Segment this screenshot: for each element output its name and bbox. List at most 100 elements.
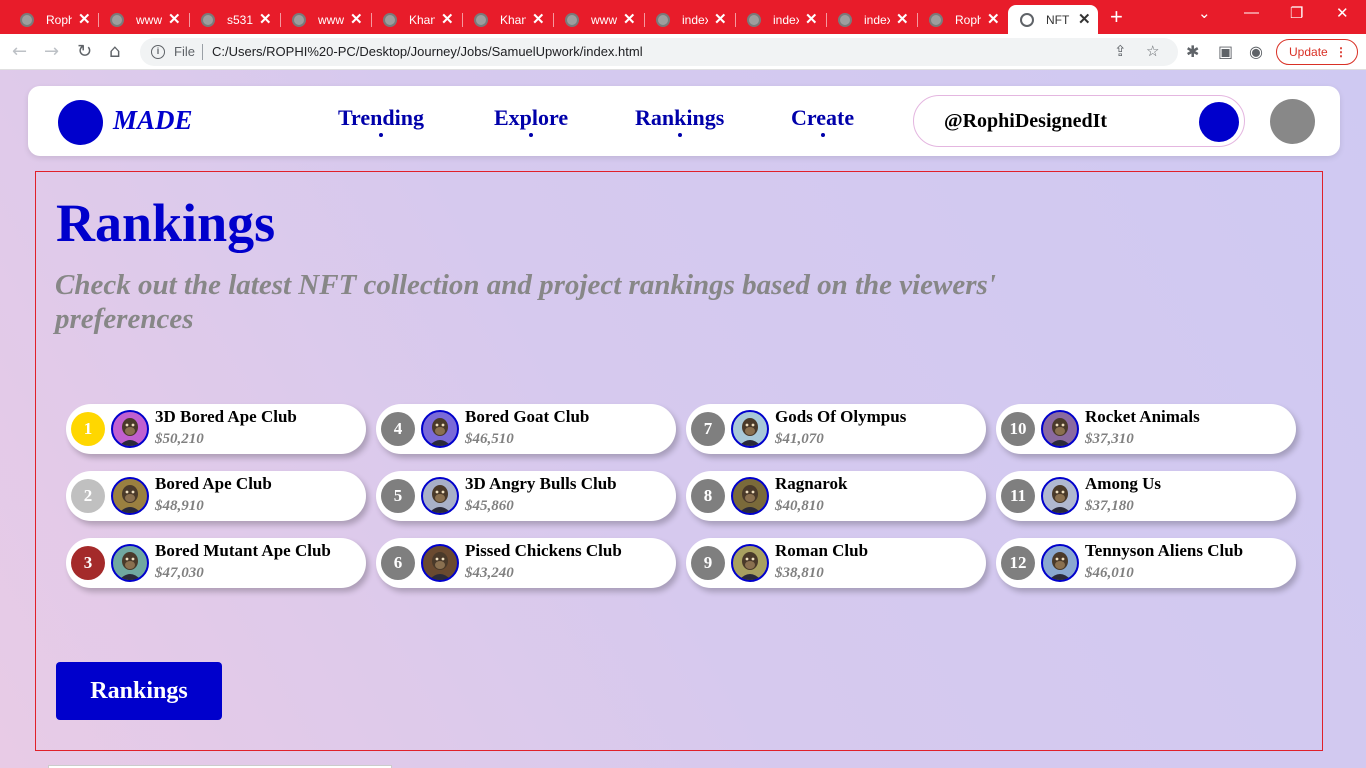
ranking-card[interactable]: 6 Pissed Chickens Club $43,240	[376, 538, 676, 588]
browser-tab[interactable]: www. ✕	[553, 5, 644, 34]
rankings-button[interactable]: Rankings	[56, 662, 222, 720]
handle-circle-icon[interactable]	[1199, 102, 1239, 142]
ranking-card[interactable]: 7 Gods Of Olympus $41,070	[686, 404, 986, 454]
nft-ape-thumbnail[interactable]	[731, 544, 769, 582]
nft-ape-thumbnail[interactable]	[421, 410, 459, 448]
extensions-puzzle-icon[interactable]: ✱	[1186, 43, 1199, 61]
nav-link-rankings[interactable]: Rankings	[635, 105, 724, 137]
close-icon[interactable]: ✕	[532, 12, 545, 27]
nft-ape-thumbnail[interactable]	[1041, 544, 1079, 582]
nft-name[interactable]: Bored Goat Club	[465, 407, 589, 427]
address-bar[interactable]: i File C:/Users/ROPHI%20-PC/Desktop/Jour…	[140, 38, 1178, 66]
logo-circle-icon[interactable]	[58, 100, 103, 145]
globe-icon	[565, 12, 579, 27]
nft-price: $50,210	[155, 431, 204, 447]
nft-ape-thumbnail[interactable]	[1041, 410, 1079, 448]
ranking-card[interactable]: 3 Bored Mutant Ape Club $47,030	[66, 538, 366, 588]
nft-name[interactable]: Rocket Animals	[1085, 407, 1200, 427]
rank-number-badge: 5	[381, 479, 415, 513]
nft-ape-thumbnail[interactable]	[111, 410, 149, 448]
back-arrow-icon[interactable]: ←	[12, 40, 27, 64]
browser-tab[interactable]: index ✕	[826, 5, 917, 34]
nft-name[interactable]: Roman Club	[775, 541, 868, 561]
close-icon[interactable]: ✕	[350, 12, 363, 27]
nft-ape-thumbnail[interactable]	[111, 544, 149, 582]
nft-name[interactable]: Among Us	[1085, 474, 1161, 494]
rank-number-badge: 3	[71, 546, 105, 580]
tab-search-chevron-icon[interactable]: ⌄	[1198, 4, 1211, 22]
forward-arrow-icon[interactable]: →	[44, 40, 59, 64]
avatar[interactable]	[1270, 99, 1315, 144]
bookmark-star-icon[interactable]: ☆	[1146, 42, 1159, 60]
user-handle-pill[interactable]: @RophiDesignedIt	[913, 95, 1245, 147]
ranking-card[interactable]: 1 3D Bored Ape Club $50,210	[66, 404, 366, 454]
nft-price: $40,810	[775, 498, 824, 514]
side-panel-icon[interactable]: ▣	[1218, 43, 1233, 61]
browser-tab[interactable]: Khan ✕	[371, 5, 462, 34]
ranking-card[interactable]: 4 Bored Goat Club $46,510	[376, 404, 676, 454]
close-icon[interactable]: ✕	[1078, 12, 1091, 27]
ranking-card[interactable]: 2 Bored Ape Club $48,910	[66, 471, 366, 521]
ranking-card[interactable]: 5 3D Angry Bulls Club $45,860	[376, 471, 676, 521]
brand-logo[interactable]: MADE	[113, 105, 193, 136]
browser-tab[interactable]: Rophi ✕	[8, 5, 98, 34]
browser-tab[interactable]: s531 ✕	[189, 5, 280, 34]
ranking-card[interactable]: 12 Tennyson Aliens Club $46,010	[996, 538, 1296, 588]
browser-tab[interactable]: Rophi ✕	[917, 5, 1008, 34]
nft-ape-thumbnail[interactable]	[421, 477, 459, 515]
close-icon[interactable]: ✕	[78, 12, 91, 27]
close-icon[interactable]: ✕	[168, 12, 181, 27]
close-icon[interactable]: ✕	[259, 12, 272, 27]
close-icon[interactable]: ✕	[896, 12, 909, 27]
update-label: Update	[1289, 45, 1328, 59]
home-icon[interactable]: ⌂	[109, 40, 120, 64]
nft-name[interactable]: Bored Mutant Ape Club	[155, 541, 331, 561]
ranking-card[interactable]: 10 Rocket Animals $37,310	[996, 404, 1296, 454]
new-tab-icon[interactable]: +	[1110, 6, 1123, 28]
nav-link-label: Trending	[338, 105, 424, 130]
browser-tab[interactable]: index ✕	[735, 5, 826, 34]
ranking-card[interactable]: 8 Ragnarok $40,810	[686, 471, 986, 521]
browser-tab-active[interactable]: NFT ✕	[1008, 5, 1098, 34]
minimize-icon[interactable]: —	[1244, 4, 1259, 21]
profile-icon[interactable]: ◉	[1249, 43, 1263, 61]
nav-link-explore[interactable]: Explore	[494, 105, 568, 137]
nft-name[interactable]: 3D Angry Bulls Club	[465, 474, 617, 494]
nav-link-trending[interactable]: Trending	[338, 105, 424, 137]
nft-name[interactable]: Pissed Chickens Club	[465, 541, 622, 561]
nft-ape-thumbnail[interactable]	[731, 410, 769, 448]
browser-tab[interactable]: www. ✕	[280, 5, 371, 34]
nft-name[interactable]: Tennyson Aliens Club	[1085, 541, 1243, 561]
close-icon[interactable]: ✕	[987, 12, 1000, 27]
browser-tab[interactable]: index ✕	[644, 5, 735, 34]
close-icon[interactable]: ✕	[805, 12, 818, 27]
browser-tab[interactable]: Khan ✕	[462, 5, 553, 34]
close-icon[interactable]: ✕	[441, 12, 454, 27]
divider	[202, 44, 203, 60]
ranking-card[interactable]: 11 Among Us $37,180	[996, 471, 1296, 521]
reload-icon[interactable]: ↻	[77, 40, 92, 64]
close-icon[interactable]: ✕	[714, 12, 727, 27]
window-close-icon[interactable]: ✕	[1336, 4, 1349, 22]
tab-title: index	[682, 12, 708, 27]
nft-name[interactable]: Bored Ape Club	[155, 474, 272, 494]
nft-ape-thumbnail[interactable]	[1041, 477, 1079, 515]
close-icon[interactable]: ✕	[623, 12, 636, 27]
nft-name[interactable]: Ragnarok	[775, 474, 847, 494]
file-scheme-label: File	[174, 44, 195, 59]
nft-ape-thumbnail[interactable]	[731, 477, 769, 515]
nft-price: $47,030	[155, 565, 204, 581]
url-text[interactable]: C:/Users/ROPHI%20-PC/Desktop/Journey/Job…	[212, 44, 643, 59]
share-icon[interactable]: ⇪	[1114, 42, 1127, 60]
ranking-card[interactable]: 9 Roman Club $38,810	[686, 538, 986, 588]
nft-ape-thumbnail[interactable]	[111, 477, 149, 515]
browser-tab[interactable]: www. ✕	[98, 5, 189, 34]
menu-dots-icon[interactable]: ⋮	[1335, 40, 1347, 64]
nft-name[interactable]: Gods Of Olympus	[775, 407, 906, 427]
nft-ape-thumbnail[interactable]	[421, 544, 459, 582]
update-button[interactable]: Update ⋮	[1276, 39, 1358, 65]
nft-name[interactable]: 3D Bored Ape Club	[155, 407, 297, 427]
info-icon[interactable]: i	[151, 45, 165, 59]
nav-link-create[interactable]: Create	[791, 105, 854, 137]
restore-icon[interactable]: ❐	[1290, 4, 1303, 22]
